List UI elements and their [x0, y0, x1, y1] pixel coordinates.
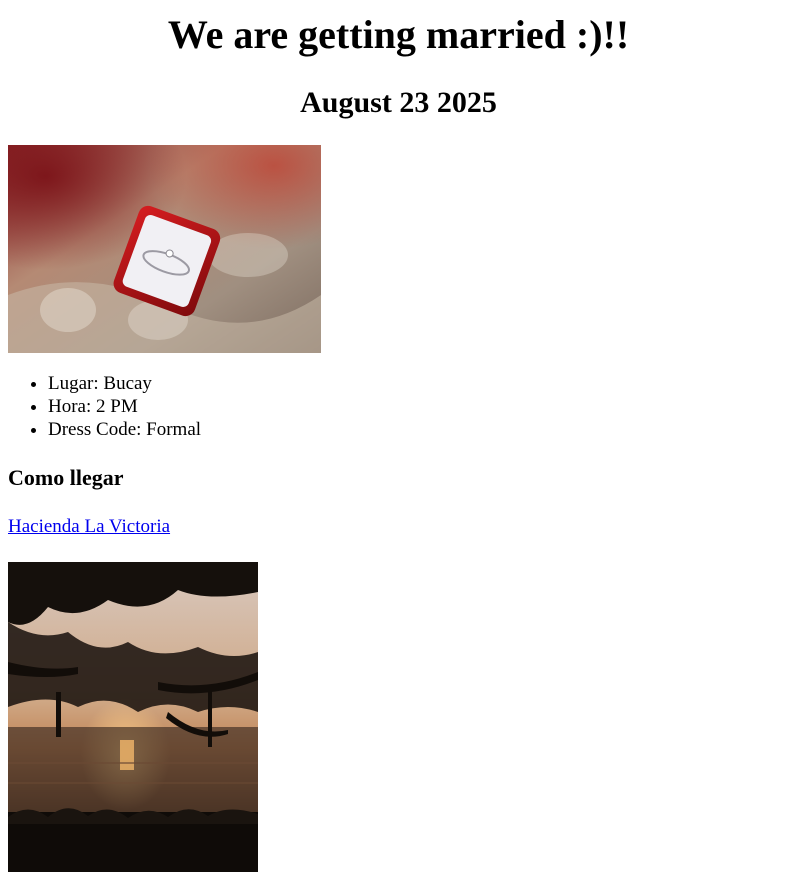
page-title: We are getting married :)!!	[167, 12, 630, 57]
engagement-ring-photo	[8, 145, 321, 353]
sunset-venue-photo	[8, 562, 258, 872]
invitation-page: We are getting married :)!! August 23 20…	[0, 0, 797, 872]
detail-dress-code: Dress Code: Formal	[48, 418, 201, 441]
detail-time: Hora: 2 PM	[48, 395, 201, 418]
venue-link[interactable]: Hacienda La Victoria	[8, 515, 170, 539]
wedding-date: August 23 2025	[300, 86, 497, 119]
event-details-list: Lugar: Bucay Hora: 2 PM Dress Code: Form…	[8, 372, 201, 441]
directions-heading: Como llegar	[8, 465, 124, 490]
detail-location: Lugar: Bucay	[48, 372, 201, 395]
